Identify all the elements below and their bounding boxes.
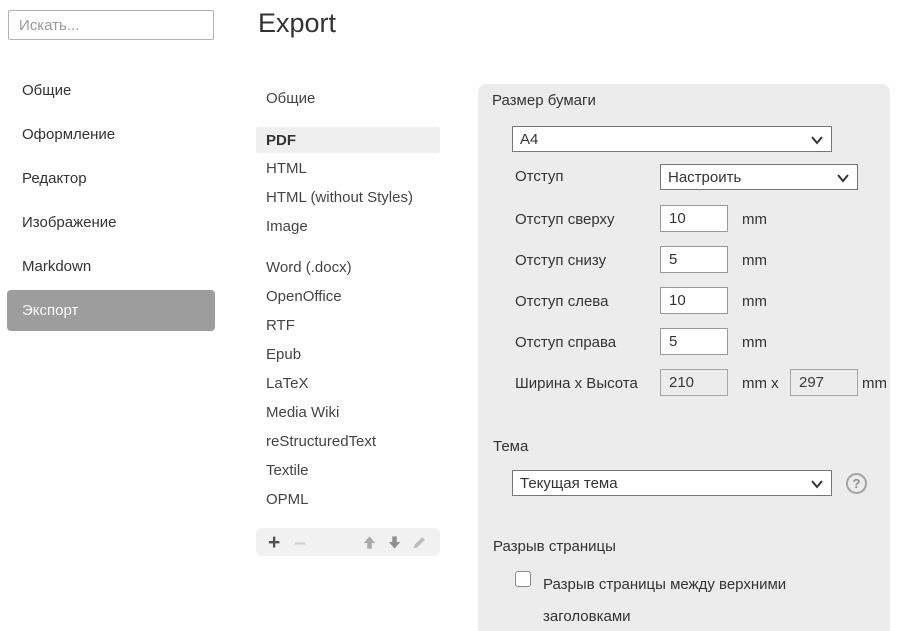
export-item-rtf[interactable]: RTF — [256, 311, 440, 340]
export-item-image[interactable]: Image — [256, 212, 440, 241]
theme-value: Текущая тема — [520, 475, 618, 492]
margin-top-unit: mm — [742, 211, 767, 228]
margin-mode-value: Настроить — [668, 169, 741, 186]
export-item-mediawiki[interactable]: Media Wiki — [256, 398, 440, 427]
paper-size-value: A4 — [520, 131, 538, 148]
paper-size-select[interactable]: A4 — [512, 126, 832, 152]
margin-mode-label: Отступ — [515, 168, 564, 185]
export-item-word[interactable]: Word (.docx) — [256, 253, 440, 282]
export-item-opml[interactable]: OPML — [256, 485, 440, 514]
margin-top-label: Отступ сверху — [515, 211, 615, 228]
move-up-icon[interactable] — [361, 535, 378, 550]
page-break-section-label: Разрыв страницы — [493, 538, 616, 555]
add-export-button[interactable]: + — [268, 532, 280, 553]
page-size-unit: mm — [862, 375, 887, 392]
theme-help-icon[interactable]: ? — [846, 473, 867, 494]
sidebar-item-export[interactable]: Экспорт — [7, 290, 215, 331]
margin-left-input[interactable] — [660, 287, 728, 314]
export-item-html[interactable]: HTML — [256, 154, 440, 183]
margin-bottom-label: Отступ снизу — [515, 252, 606, 269]
page-break-checkbox[interactable] — [515, 571, 531, 587]
paper-size-section-label: Размер бумаги — [492, 92, 596, 109]
sidebar-item-appearance[interactable]: Оформление — [7, 112, 215, 156]
search-input[interactable] — [8, 10, 214, 40]
page-height-input — [790, 369, 858, 396]
sidebar-item-editor[interactable]: Редактор — [7, 156, 215, 200]
export-target-list: Общие PDF HTML HTML (without Styles) Ima… — [256, 84, 440, 556]
margin-right-label: Отступ справа — [515, 334, 616, 351]
margin-right-input[interactable] — [660, 328, 728, 355]
chevron-down-icon — [836, 172, 850, 184]
margin-right-unit: mm — [742, 334, 767, 351]
page-break-checkbox-label[interactable]: Разрыв страницы между верхними заголовка… — [543, 569, 828, 631]
export-item-restructuredtext[interactable]: reStructuredText — [256, 427, 440, 456]
list-group-divider — [256, 241, 440, 253]
edit-icon[interactable] — [411, 535, 428, 550]
margin-left-unit: mm — [742, 293, 767, 310]
pdf-export-settings-panel: Размер бумаги A4 Отступ Настроить Отступ… — [478, 84, 890, 631]
margin-bottom-input[interactable] — [660, 246, 728, 273]
page-size-label: Ширина x Высота — [515, 375, 638, 392]
margin-left-label: Отступ слева — [515, 293, 608, 310]
page-title: Export — [258, 8, 336, 39]
export-item-html-plain[interactable]: HTML (without Styles) — [256, 183, 440, 212]
export-item-openoffice[interactable]: OpenOffice — [256, 282, 440, 311]
chevron-down-icon — [810, 134, 824, 146]
sidebar-item-markdown[interactable]: Markdown — [7, 244, 215, 288]
move-down-icon[interactable] — [386, 535, 403, 550]
margin-mode-select[interactable]: Настроить — [660, 164, 858, 190]
settings-sidebar: Общие Оформление Редактор Изображение Ma… — [7, 68, 215, 331]
page-size-unit-mid: mm x — [742, 375, 779, 392]
export-item-epub[interactable]: Epub — [256, 340, 440, 369]
theme-section-label: Тема — [493, 438, 528, 455]
chevron-down-icon — [810, 478, 824, 490]
margin-bottom-unit: mm — [742, 252, 767, 269]
remove-export-button[interactable]: – — [294, 532, 306, 553]
export-item-general[interactable]: Общие — [256, 84, 440, 113]
export-item-pdf[interactable]: PDF — [256, 127, 440, 153]
sidebar-item-general[interactable]: Общие — [7, 68, 215, 112]
page-width-input — [660, 369, 728, 396]
preferences-window: Export Общие Оформление Редактор Изображ… — [0, 0, 902, 631]
export-item-textile[interactable]: Textile — [256, 456, 440, 485]
export-item-latex[interactable]: LaTeX — [256, 369, 440, 398]
export-list-toolbar: + – — [256, 528, 440, 556]
theme-select[interactable]: Текущая тема — [512, 470, 832, 496]
margin-top-input[interactable] — [660, 205, 728, 232]
sidebar-item-image[interactable]: Изображение — [7, 200, 215, 244]
